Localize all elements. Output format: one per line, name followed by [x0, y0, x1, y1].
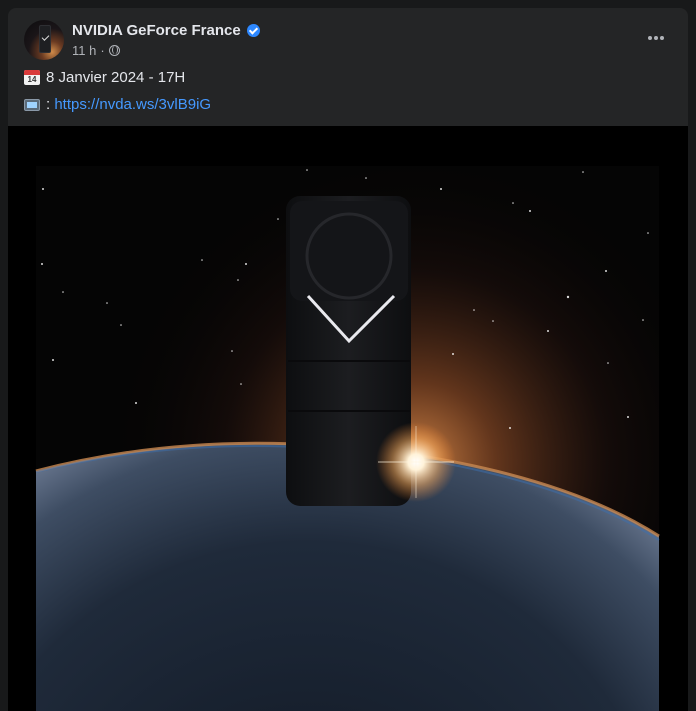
- calendar-emoji-icon: 14: [24, 70, 40, 85]
- post-text-line-link: : https://nvda.ws/3vlB9iG: [24, 96, 211, 113]
- globe-icon[interactable]: [108, 45, 120, 56]
- page-name-link[interactable]: NVIDIA GeForce France: [72, 22, 241, 39]
- post-header: NVIDIA GeForce France 11 h ·: [24, 20, 672, 60]
- post-text-line-date: 14 8 Janvier 2024 - 17H: [24, 69, 185, 86]
- post-date-text: 8 Janvier 2024 - 17H: [46, 69, 186, 86]
- meta-separator: ·: [100, 43, 105, 58]
- post-meta: 11 h ·: [72, 43, 120, 58]
- verified-badge-icon: [246, 24, 260, 37]
- page-avatar[interactable]: [24, 20, 64, 60]
- post-card: NVIDIA GeForce France 11 h · 14 8 Janvie…: [8, 8, 688, 711]
- post-image[interactable]: [8, 126, 688, 711]
- television-emoji-icon: [24, 98, 40, 111]
- post-timestamp[interactable]: 11 h: [72, 43, 96, 58]
- more-options-icon[interactable]: [642, 28, 670, 48]
- post-link[interactable]: https://nvda.ws/3vlB9iG: [54, 96, 211, 113]
- author-row: NVIDIA GeForce France: [72, 22, 260, 39]
